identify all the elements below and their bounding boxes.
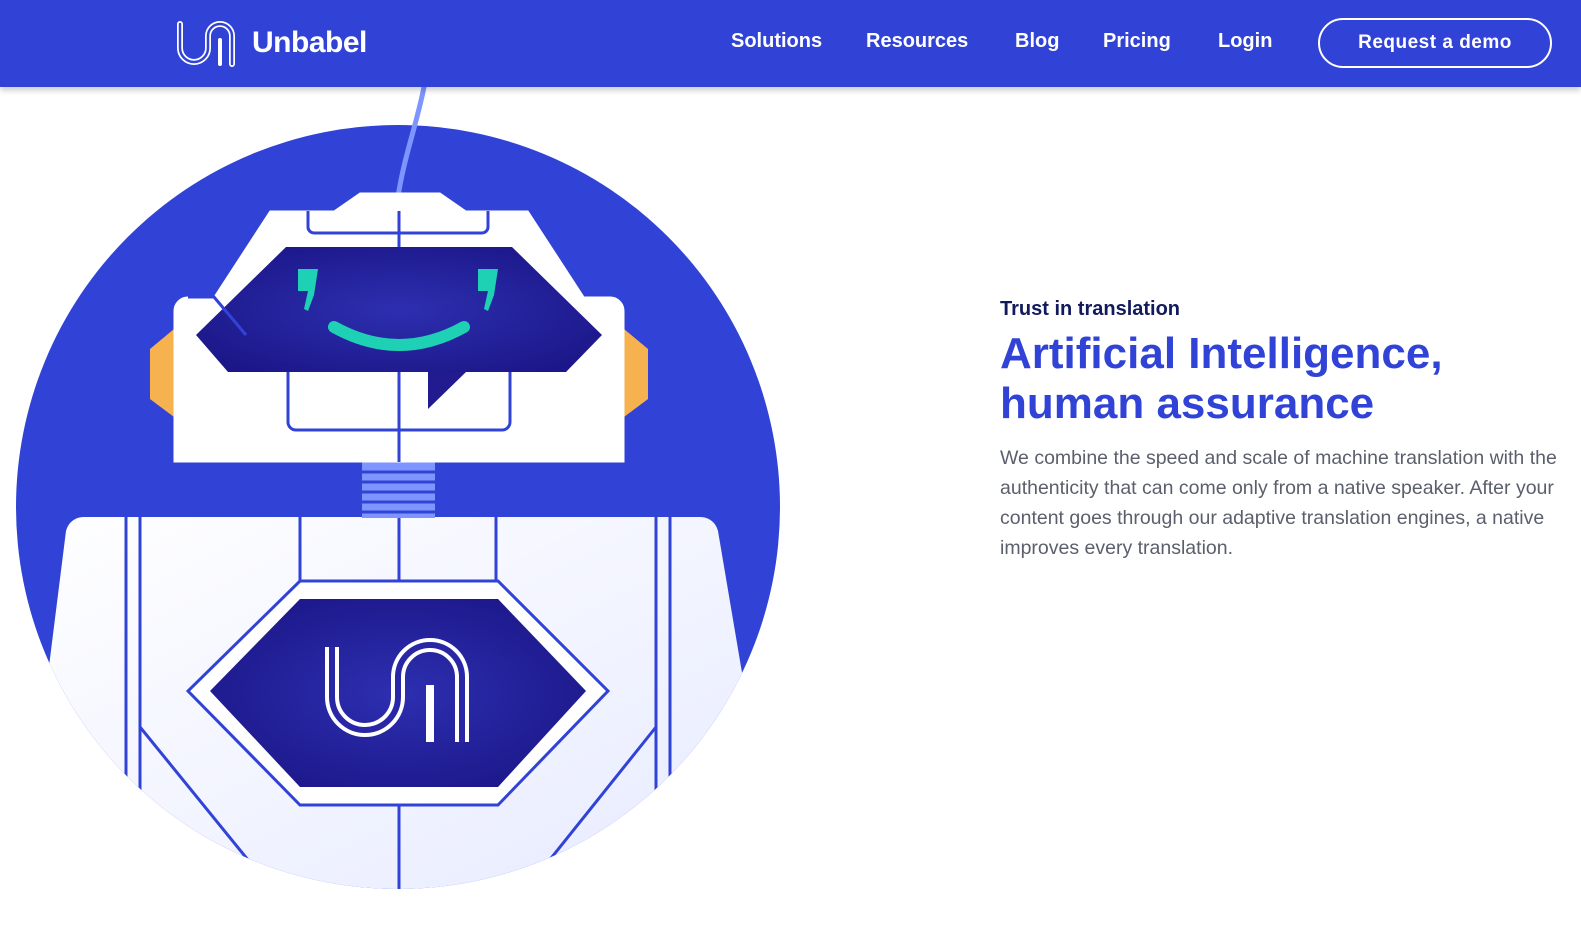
- top-navigation-bar: Unbabel Solutions Resources Blog Pricing…: [0, 0, 1581, 87]
- hero-description: We combine the speed and scale of machin…: [1000, 447, 1557, 559]
- nav-resources[interactable]: Resources: [866, 30, 968, 53]
- brand-logo[interactable]: Unbabel: [176, 18, 367, 68]
- hero-illustration: [0, 87, 800, 897]
- hero-eyebrow: Trust in translation: [1000, 298, 1181, 320]
- request-demo-button[interactable]: Request a demo: [1318, 18, 1552, 68]
- hero-copy: Trust in translation Artificial Intellig…: [1000, 298, 1560, 563]
- nav-login[interactable]: Login: [1218, 30, 1272, 53]
- headline-line-1: Artificial Intelligence,: [1000, 329, 1443, 378]
- nav-blog[interactable]: Blog: [1015, 30, 1059, 53]
- nav-pricing[interactable]: Pricing: [1103, 30, 1171, 53]
- unbabel-logo-icon: [177, 21, 235, 67]
- smiling-robot-illustration: [16, 87, 780, 889]
- brand-name: Unbabel: [252, 26, 367, 59]
- nav-solutions[interactable]: Solutions: [731, 30, 822, 53]
- headline-line-2: human assurance: [1000, 379, 1375, 428]
- hero-headline: Artificial Intelligence, human assurance: [1000, 329, 1560, 429]
